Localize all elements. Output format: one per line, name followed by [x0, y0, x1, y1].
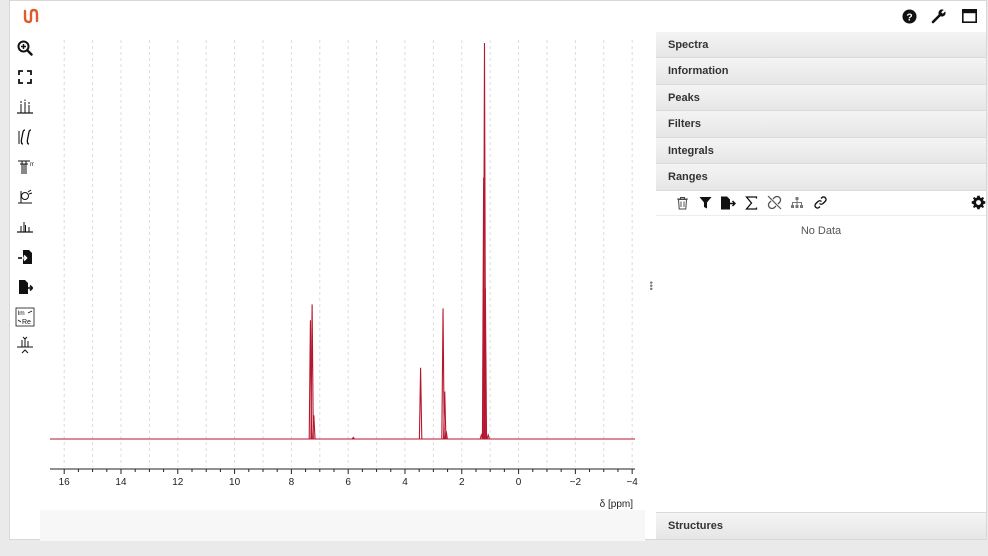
full-screen-icon[interactable] [14, 66, 36, 88]
accordion-peaks[interactable]: Peaks [656, 84, 986, 112]
spectrum-chart[interactable]: 16 14 12 10 8 6 4 2 0 −2 −4 δ [ppm] [40, 32, 645, 510]
accordion-information[interactable]: Information [656, 58, 986, 85]
window-icon[interactable] [960, 7, 978, 25]
chart-grid [63, 40, 633, 467]
top-bar: ? [10, 1, 986, 33]
trash-icon[interactable] [674, 195, 690, 211]
app-window: ? m Im Re 16 14 12 10 8 6 4 2 0 −2 −4 δ … [9, 0, 987, 541]
help-icon[interactable]: ? [900, 7, 918, 25]
spectrum-peak [310, 304, 314, 440]
spectra-alignment-icon[interactable] [14, 335, 36, 357]
unlink-icon[interactable] [766, 195, 782, 211]
accordion-ranges[interactable]: Ranges [656, 164, 986, 191]
plot-footer [40, 510, 645, 541]
spectrum-peak [486, 433, 490, 440]
real-imaginary-icon[interactable]: Im Re [14, 306, 36, 328]
accordion-spectra[interactable]: Spectra [656, 32, 986, 58]
accordion-filters[interactable]: Filters [656, 111, 986, 138]
integral-icon[interactable] [14, 126, 36, 148]
import-icon[interactable] [14, 246, 36, 268]
x-tick-label: 14 [115, 477, 127, 488]
filter-icon[interactable] [697, 195, 713, 211]
export-icon[interactable] [14, 276, 36, 298]
ranges-toolbar [656, 191, 986, 216]
zoom-icon[interactable] [14, 37, 36, 59]
tool-bar: m Im Re [10, 32, 40, 539]
x-tick-label: 16 [59, 477, 71, 488]
tree-icon[interactable] [789, 195, 805, 211]
x-tick-label: 10 [229, 477, 241, 488]
svg-text:Re: Re [22, 319, 31, 326]
multiplet-analysis-icon[interactable]: m [14, 156, 36, 178]
x-tick-label: 2 [459, 477, 465, 488]
wrench-icon[interactable] [930, 7, 948, 25]
x-tick-label: 12 [172, 477, 184, 488]
side-panel: Spectra Information Peaks Filters Integr… [656, 32, 986, 539]
x-axis-label: δ [ppm] [600, 499, 634, 510]
x-tick-label: 6 [345, 477, 351, 488]
peak-picking-icon[interactable] [14, 96, 36, 118]
svg-text:m: m [30, 162, 34, 168]
baseline-correction-icon[interactable] [14, 216, 36, 238]
sum-icon[interactable] [743, 195, 759, 211]
link-icon[interactable] [812, 195, 828, 211]
x-tick-label: 8 [289, 477, 295, 488]
spectrum-peak [418, 367, 423, 440]
phase-correction-icon[interactable] [14, 186, 36, 208]
svg-text:?: ? [906, 12, 912, 23]
gear-icon[interactable] [970, 195, 986, 211]
accordion-structures[interactable]: Structures [656, 512, 986, 539]
x-axis: 16 14 12 10 8 6 4 2 0 −2 −4 [50, 468, 638, 488]
svg-text:Im: Im [18, 310, 25, 317]
export-icon[interactable] [720, 195, 736, 211]
ranges-empty-message: No Data [800, 224, 842, 237]
spectrum-plot[interactable]: 16 14 12 10 8 6 4 2 0 −2 −4 δ [ppm] [40, 32, 645, 510]
x-tick-label: −2 [570, 477, 582, 488]
x-tick-label: 0 [516, 477, 522, 488]
spectrum-peaks [308, 42, 490, 440]
x-tick-label: 4 [402, 477, 408, 488]
nmrium-logo-icon[interactable] [22, 7, 40, 25]
x-tick-label: −4 [626, 477, 638, 488]
panel-splitter[interactable]: ••• [645, 32, 656, 539]
accordion-integrals[interactable]: Integrals [656, 137, 986, 165]
